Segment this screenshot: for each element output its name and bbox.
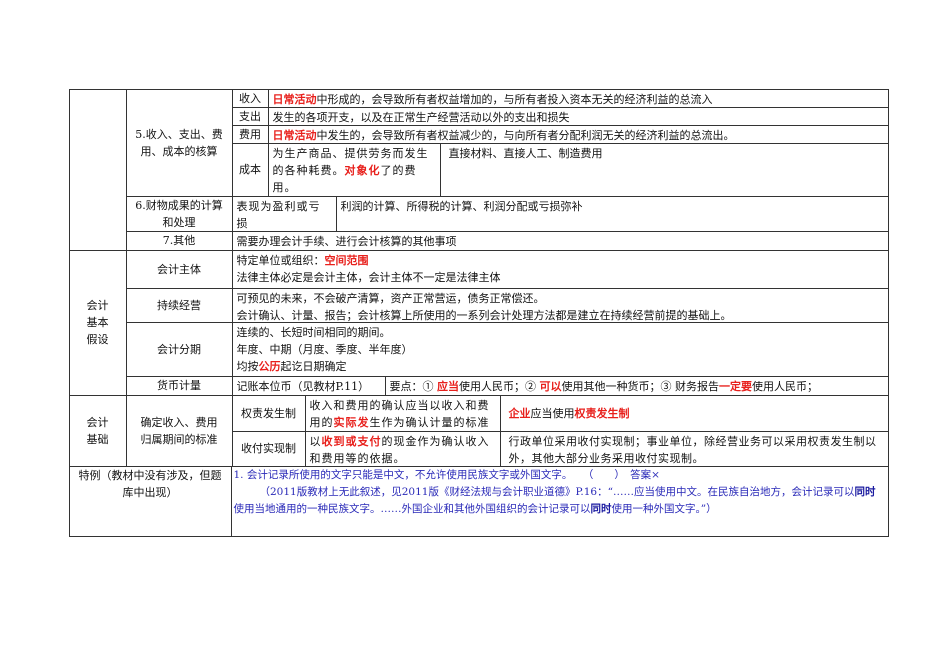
cost-items: 直接材料、直接人工、制造费用 (439, 142, 889, 197)
accrual-b: 生作为确认计量的标准 (369, 415, 490, 429)
sec7-text: 需要办理会计手续、进行会计核算的其他事项 (231, 230, 889, 251)
money-label: 货币计量 (125, 375, 233, 396)
blank-cell (68, 88, 127, 251)
going-def: 可预见的未来，不会破产清算，资产正常营运，债务正常偿还。 会计确认、计量、报告；会… (231, 287, 889, 323)
entity-def: 特定单位或组织：空间范围法律主体必定是会计主体，会计主体不一定是法律主体 (231, 249, 889, 289)
expense-label: 费用 (231, 124, 269, 144)
money-r1: 应当 (437, 379, 459, 393)
basis-title: 会计基础 (68, 394, 127, 467)
money-p2: 使用人民币；② (459, 379, 540, 393)
money-points: 要点：① 应当使用人民币；② 可以使用其他一种货币；③ 财务报告一定要使用人民币… (384, 375, 889, 396)
going-label: 持续经营 (125, 287, 233, 323)
special-question: 1. 会计记录所使用的文字只能是中文，不允许使用民族文字或外国文字。 （ ） 答… (233, 468, 660, 481)
accrual-n1: 应当使用 (530, 406, 575, 420)
money-p1: 要点：① (389, 379, 437, 393)
money-p4: 使用人民币； (752, 379, 818, 393)
cash-label: 收付实现制 (231, 430, 306, 467)
accrual-red: 实际发 (333, 415, 370, 429)
period-l1: 连续的、长短时间相同的期间。 (236, 325, 391, 339)
sec6-items: 利润的计算、所得税的计算、利润分配或亏损弥补 (335, 195, 889, 232)
money-p3: 使用其他一种货币；③ 财务报告 (561, 379, 720, 393)
entity-l2: 法律主体必定是会计主体，会计主体不一定是法律主体 (236, 270, 501, 284)
expenditure-label: 支出 (231, 106, 269, 126)
cash-a: 以 (309, 434, 322, 448)
expenditure-def: 发生的各项开支，以及在正常生产经营活动以外的支出和损失 (267, 106, 889, 126)
money-r2: 可以 (539, 379, 562, 393)
sec6-desc: 表现为盈利或亏损 (231, 195, 337, 232)
income-label: 收入 (231, 88, 269, 108)
accrual-r2: 权责发生制 (574, 406, 630, 420)
entity-red: 空间范围 (324, 253, 369, 267)
expense-red: 日常活动 (272, 128, 317, 142)
income-def: 日常活动中形成的，会导致所有者权益增加的，与所有者投入资本无关的经济利益的总流入 (267, 88, 889, 108)
cost-label: 成本 (231, 142, 269, 197)
cash-note: 行政单位采用收付实现制；事业单位，除经营业务可以采用权责发生制以外，其他大部分业… (499, 430, 889, 467)
money-desc: 记账本位币（见教材P.11） (231, 375, 386, 396)
accrual-label: 权责发生制 (231, 394, 306, 432)
special-e1b: 同时 (854, 485, 876, 498)
sec7-title: 7.其他 (125, 230, 233, 251)
period-label: 会计分期 (125, 321, 233, 377)
expense-rest: 中发生的，会导致所有者权益减少的，与向所有者分配利润无关的经济利益的总流出。 (316, 128, 735, 142)
period-def: 连续的、长短时间相同的期间。年度、中期（月度、季度、半年度） 均按公历起讫日期确定 (231, 321, 889, 377)
period-red: 公历 (258, 359, 281, 373)
special-content: 1. 会计记录所使用的文字只能是中文，不允许使用民族文字或外国文字。 （ ） 答… (230, 465, 889, 537)
cash-def: 以收到或支付的现金作为确认收入和费用等的依据。 (304, 430, 501, 467)
cost-red: 对象化 (344, 163, 381, 177)
accrual-def: 收入和费用的确认应当以收入和费用的实际发生作为确认计量的标准 (304, 394, 501, 432)
expense-def: 日常活动中发生的，会导致所有者权益减少的，与向所有者分配利润无关的经济利益的总流… (267, 124, 889, 144)
sec5-title-text: 5.收入、支出、费用、成本的核算 (135, 127, 223, 158)
special-e2: 使用当地通用的一种民族文字。……外国企业和其他外国组织的会计记录可以 (233, 502, 591, 515)
money-r3: 一定要 (719, 379, 752, 393)
income-rest: 中形成的，会导致所有者权益增加的，与所有者投入资本无关的经济利益的总流入 (316, 92, 713, 106)
cash-red: 收到或支付 (321, 434, 382, 448)
period-l2: 年度、中期（月度、季度、半年度） (236, 342, 413, 356)
sec6-title: 6.财物成果的计算和处理 (125, 195, 233, 232)
sec5-title: 5.收入、支出、费用、成本的核算 (125, 88, 233, 197)
going-l1: 可预见的未来，不会破产清算，资产正常营运，债务正常偿还。 (236, 291, 545, 305)
assumptions-title: 会计基本假设 (68, 249, 127, 396)
accrual-note: 企业应当使用权责发生制 (499, 394, 889, 432)
cost-def: 为生产商品、提供劳务而发生的各种耗费。对象化了的费用。 (267, 142, 441, 197)
entity-label: 会计主体 (125, 249, 233, 289)
entity-l1: 特定单位或组织： (236, 253, 325, 267)
special-e3: 使用一种外国文字。”） (611, 502, 717, 515)
period-l3b: 起讫日期确定 (280, 359, 347, 373)
special-title: 特例（教材中没有涉及，但题库中出现） (68, 465, 232, 537)
special-e1: （2011版教材上无此叙述，见2011版《财经法规与会计职业道德》P.16：“…… (259, 485, 855, 498)
accrual-r1: 企业 (508, 406, 531, 420)
period-l3a: 均按 (236, 359, 259, 373)
basis-sub: 确定收入、费用归属期间的标准 (125, 394, 233, 467)
special-e2b: 同时 (590, 502, 612, 515)
income-red: 日常活动 (272, 92, 317, 106)
